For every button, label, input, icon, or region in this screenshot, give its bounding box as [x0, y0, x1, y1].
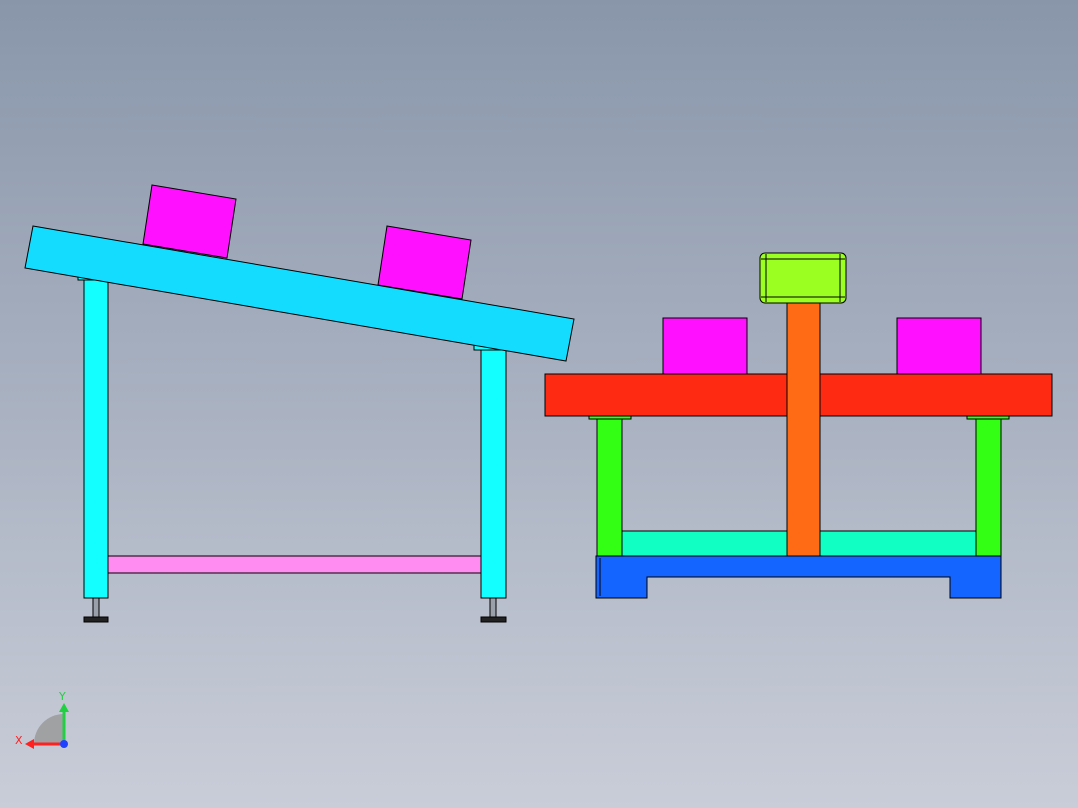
right-view-fixture[interactable]	[544, 252, 1053, 599]
workpiece-block-3[interactable]	[662, 317, 748, 375]
coordinate-triad: Y X	[15, 690, 69, 749]
left-leveling-foot	[83, 597, 109, 623]
left-leg[interactable]	[83, 277, 109, 599]
cad-graphics-viewport[interactable]: Y X	[0, 0, 1078, 808]
lower-crossbar[interactable]	[107, 555, 482, 574]
workpiece-block-4[interactable]	[896, 317, 982, 375]
right-leveling-foot	[480, 597, 507, 623]
column-cap-block[interactable]	[759, 252, 847, 304]
z-axis-dot	[60, 740, 68, 748]
y-axis-label: Y	[58, 690, 66, 703]
x-axis-label: X	[15, 734, 23, 747]
support-leg-left[interactable]	[596, 415, 623, 557]
support-leg-right[interactable]	[975, 415, 1002, 557]
left-view-inclined-conveyor[interactable]	[24, 184, 575, 623]
base-block[interactable]	[595, 555, 1002, 599]
center-column[interactable]	[786, 299, 821, 557]
right-leg[interactable]	[480, 346, 507, 599]
